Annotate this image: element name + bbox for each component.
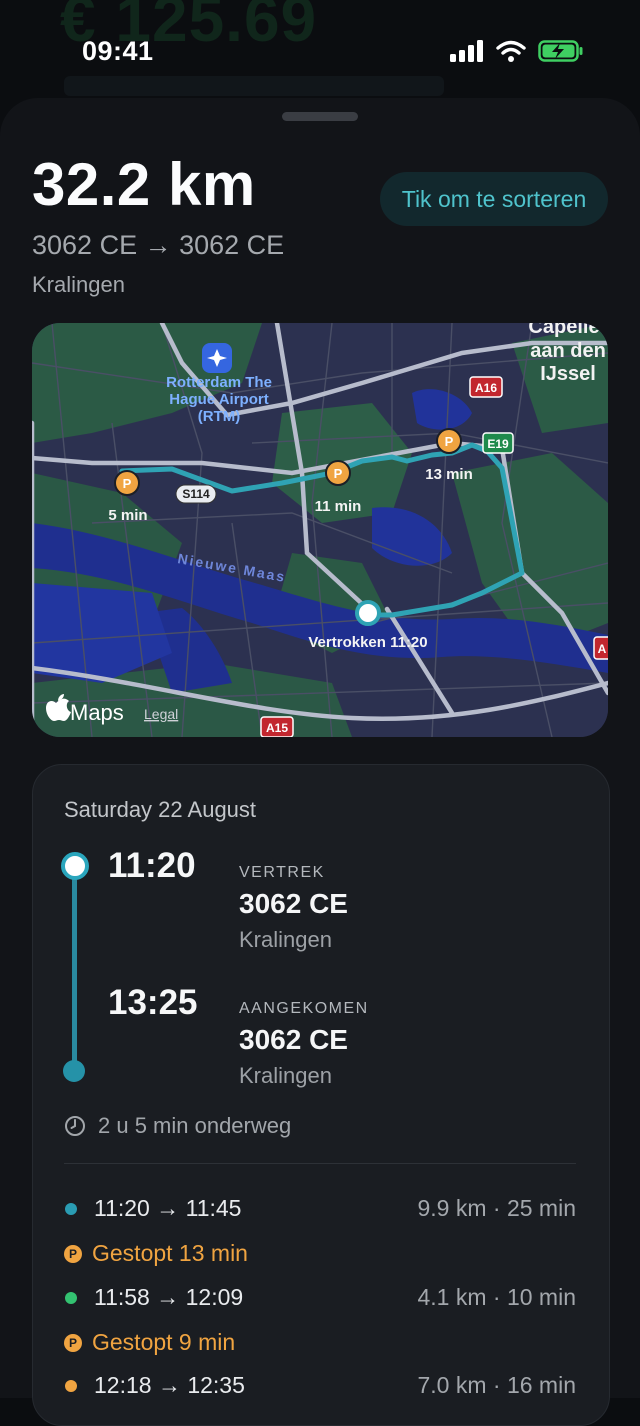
status-icons — [450, 40, 584, 62]
departed-label: Vertrokken 11:20 — [308, 634, 427, 651]
road-shield-a16: A16 — [469, 376, 503, 398]
battery-charging-icon — [538, 40, 583, 62]
road-a-label: A — [598, 642, 607, 656]
wifi-icon — [496, 40, 526, 62]
city-label-line1: Capelle — [528, 323, 599, 338]
road-shield-e19: E19 — [482, 432, 514, 454]
road-a15-label: A15 — [266, 721, 288, 735]
stop-11-label: 11 min — [315, 498, 362, 515]
parking-pin-5min[interactable]: P — [114, 470, 140, 496]
parking-glyph: P — [334, 466, 343, 481]
stop-row[interactable]: P Gestopt 9 min — [64, 1329, 235, 1356]
sheet-grabber[interactable] — [282, 112, 358, 121]
trip-duration-text: 2 u 5 min onderweg — [98, 1113, 292, 1138]
road-e19-label: E19 — [487, 437, 509, 451]
departure-pin[interactable] — [355, 600, 381, 626]
depart-town: Kralingen — [239, 927, 332, 952]
airport-label-line1: Rotterdam The — [166, 374, 272, 391]
sort-button[interactable]: Tik om te sorteren — [380, 172, 608, 226]
segment-meta: 7.0 km · 16 min — [417, 1372, 577, 1398]
segment-dot — [65, 1379, 77, 1392]
road-s114-label: S114 — [182, 487, 210, 501]
legal-link[interactable]: Legal — [144, 706, 178, 722]
road-shield-s114: S114 — [175, 484, 217, 504]
trip-area: Kralingen — [32, 272, 125, 297]
status-time: 09:41 — [82, 36, 154, 66]
stop-row[interactable]: P Gestopt 13 min — [64, 1240, 248, 1267]
segment-dot — [65, 1202, 77, 1215]
arrive-postcode: 3062 CE — [239, 1024, 348, 1055]
stop-13-label: 13 min — [425, 466, 473, 483]
depart-time: 11:20 — [108, 846, 196, 885]
parking-pin-11min[interactable]: P — [325, 460, 351, 486]
segment-row[interactable]: 12:18 → 12:35 7.0 km · 16 min — [64, 1372, 576, 1399]
airport-label-line3: (RTM) — [198, 408, 240, 425]
stop-text: Gestopt 9 min — [92, 1329, 236, 1355]
stop-text: Gestopt 13 min — [92, 1240, 248, 1266]
segment-times: 12:18 → 12:35 — [94, 1372, 245, 1398]
city-label-line2: aan den — [530, 340, 606, 362]
arrive-time: 13:25 — [108, 983, 198, 1022]
timeline-end-dot — [63, 1060, 85, 1082]
route-map[interactable]: S114 A16 E19 A15 A Rotterdam The Hague A… — [32, 323, 608, 737]
cellular-signal-icon — [450, 40, 483, 62]
road-a16-label: A16 — [475, 381, 497, 395]
segment-row[interactable]: 11:20 → 11:45 9.9 km · 25 min — [64, 1195, 576, 1222]
segment-times: 11:58 → 12:09 — [94, 1284, 244, 1310]
city-label-line3: IJssel — [540, 363, 596, 385]
timeline-start-dot — [61, 852, 89, 880]
trip-route: 3062 CE → 3062 CE — [32, 230, 285, 260]
segment-meta: 9.9 km · 25 min — [417, 1195, 577, 1221]
parking-badge-icon: P — [64, 1244, 82, 1263]
trip-date: Saturday 22 August — [64, 797, 257, 822]
depart-postcode: 3062 CE — [239, 888, 348, 919]
segment-row[interactable]: 11:58 → 12:09 4.1 km · 10 min — [64, 1284, 576, 1311]
clock-icon — [65, 1116, 85, 1136]
segment-times: 11:20 → 11:45 — [94, 1195, 242, 1221]
trip-distance: 32.2 km — [32, 151, 256, 218]
parking-badge-icon: P — [64, 1333, 82, 1352]
parking-pin-13min[interactable]: P — [436, 428, 462, 454]
segment-meta: 4.1 km · 10 min — [417, 1284, 577, 1310]
parking-glyph: P — [123, 476, 132, 491]
arrive-caption: AANGEKOMEN — [239, 1000, 369, 1017]
map-canvas: S114 A16 E19 A15 A Rotterdam The Hague A… — [32, 323, 608, 737]
road-shield-a-edge: A — [593, 636, 608, 660]
arrive-town: Kralingen — [239, 1063, 332, 1088]
divider — [64, 1163, 576, 1164]
depart-caption: VERTREK — [239, 864, 325, 881]
timeline-line — [72, 878, 77, 1070]
parking-glyph: P — [445, 434, 454, 449]
segment-dot — [65, 1291, 77, 1304]
road-shield-a15: A15 — [260, 716, 294, 737]
airport-label-line2: Hague Airport — [169, 391, 268, 408]
status-bar: 09:41 — [0, 0, 640, 100]
stop-5-label: 5 min — [108, 507, 147, 524]
maps-brand-text: Maps — [70, 700, 124, 725]
trip-duration: 2 u 5 min onderweg — [64, 1113, 291, 1139]
